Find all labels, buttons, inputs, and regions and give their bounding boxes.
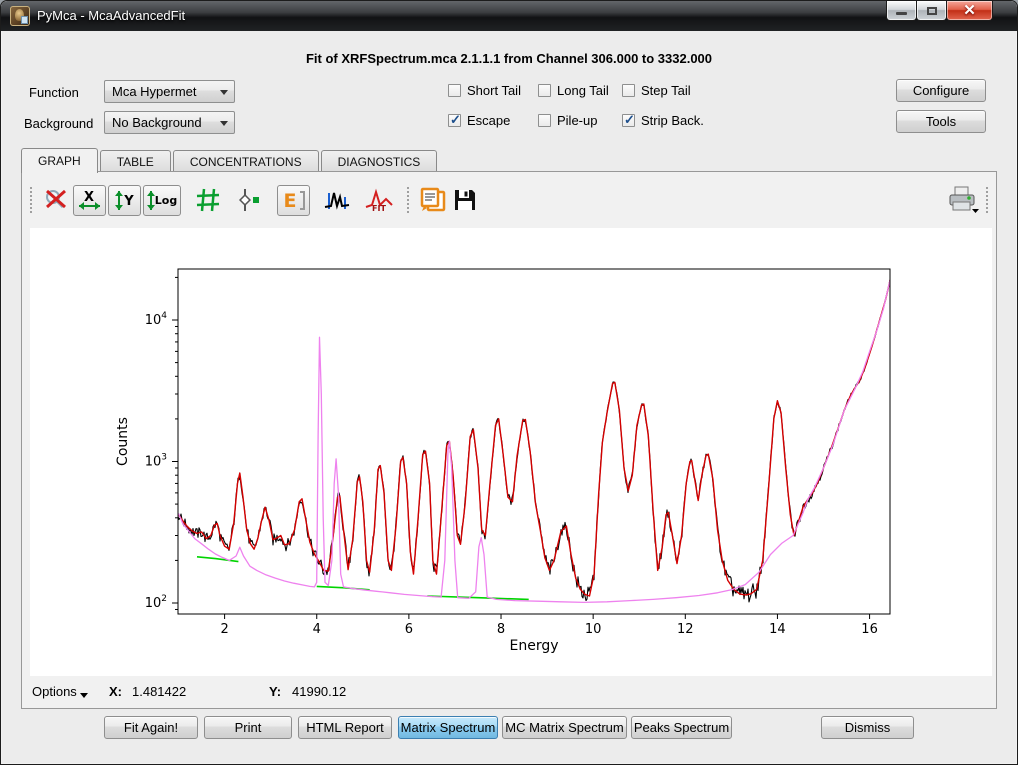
pile-up-checkbox[interactable]: ✓Pile-up: [538, 113, 597, 128]
spectrum-plot-canvas[interactable]: 2 4 6 8 10 12 14 16 102 103 104 Energy Counts: [30, 228, 992, 676]
chevron-down-icon: [220, 121, 228, 126]
background-value: No Background: [112, 115, 202, 130]
x-autoscale-button[interactable]: X: [73, 185, 106, 216]
svg-text:X: X: [84, 190, 94, 205]
svg-text:Counts: Counts: [115, 417, 131, 466]
long-tail-checkbox[interactable]: ✓Long Tail: [538, 83, 609, 98]
print-button[interactable]: Print: [204, 716, 292, 739]
x-coordinate-label: X:: [109, 684, 122, 699]
tools-button[interactable]: Tools: [896, 110, 986, 133]
svg-text:Energy: Energy: [509, 638, 558, 654]
toolbar-handle[interactable]: [407, 187, 411, 213]
tab-bar: GRAPH TABLE CONCENTRATIONS DIAGNOSTICS: [21, 148, 439, 172]
function-label: Function: [29, 85, 79, 100]
checkbox-box: ✓: [448, 84, 461, 97]
grid-icon[interactable]: [193, 184, 223, 216]
background-combobox[interactable]: No Background: [104, 111, 235, 134]
checkbox-box: ✓: [622, 84, 635, 97]
spectrum-plot[interactable]: 2 4 6 8 10 12 14 16 102 103 104 Energy Counts: [30, 228, 992, 676]
function-value: Mca Hypermet: [112, 84, 197, 99]
footer-button-row: Fit Again! Print HTML Report Matrix Spec…: [1, 716, 1017, 756]
svg-text:8: 8: [497, 622, 505, 637]
svg-text:FIT: FIT: [372, 204, 386, 213]
fit-header-title: Fit of XRFSpectrum.mca 2.1.1.1 from Chan…: [1, 51, 1017, 66]
function-combobox[interactable]: Mca Hypermet: [104, 80, 235, 103]
x-coordinate-value: 1.481422: [132, 684, 186, 699]
peaks-icon[interactable]: [322, 184, 352, 216]
fit-icon[interactable]: FIT: [364, 184, 394, 216]
energy-axis-button[interactable]: E: [277, 185, 310, 216]
tab-concentrations[interactable]: CONCENTRATIONS: [173, 150, 319, 172]
tab-table[interactable]: TABLE: [100, 150, 171, 172]
plot-toolbar: X Y Log: [28, 182, 990, 218]
fit-again-button[interactable]: Fit Again!: [104, 716, 198, 739]
short-tail-checkbox[interactable]: ✓Short Tail: [448, 83, 521, 98]
maximize-button[interactable]: [916, 1, 947, 21]
markers-icon[interactable]: [235, 184, 265, 216]
step-tail-checkbox[interactable]: ✓Step Tail: [622, 83, 691, 98]
checkbox-box: ✓: [538, 114, 551, 127]
dismiss-button[interactable]: Dismiss: [821, 716, 914, 739]
svg-text:4: 4: [313, 622, 321, 637]
toolbar-handle[interactable]: [30, 187, 34, 213]
zoom-reset-icon[interactable]: [41, 184, 71, 216]
y-coordinate-label: Y:: [269, 684, 281, 699]
svg-text:E: E: [284, 190, 297, 212]
save-icon[interactable]: [450, 184, 480, 216]
svg-text:102: 102: [145, 594, 167, 611]
svg-text:14: 14: [769, 622, 786, 637]
tab-diagnostics[interactable]: DIAGNOSTICS: [321, 150, 438, 172]
html-report-button[interactable]: HTML Report: [298, 716, 392, 739]
configure-button[interactable]: Configure: [896, 79, 986, 102]
minimize-button[interactable]: [886, 1, 917, 21]
svg-text:103: 103: [145, 453, 167, 470]
svg-text:6: 6: [405, 622, 413, 637]
graph-tab-panel: X Y Log: [21, 171, 997, 709]
checkbox-box: ✓: [622, 114, 635, 127]
checkbox-box: ✓: [448, 114, 461, 127]
svg-text:104: 104: [145, 311, 168, 328]
toolbar-handle[interactable]: [986, 187, 990, 213]
svg-text:2: 2: [220, 622, 228, 637]
strip-back-checkbox[interactable]: ✓Strip Back.: [622, 113, 704, 128]
mc-matrix-spectrum-button[interactable]: MC Matrix Spectrum: [502, 716, 627, 739]
svg-text:16: 16: [861, 622, 878, 637]
background-label: Background: [24, 116, 93, 131]
chevron-down-icon: [220, 90, 228, 95]
y-autoscale-button[interactable]: Y: [108, 185, 141, 216]
matrix-spectrum-button[interactable]: Matrix Spectrum: [398, 716, 498, 739]
print-preview-icon[interactable]: [418, 184, 448, 216]
checkbox-box: ✓: [538, 84, 551, 97]
window-title: PyMca - McaAdvancedFit: [37, 8, 185, 23]
svg-text:12: 12: [677, 622, 694, 637]
close-button[interactable]: ✕: [946, 1, 993, 21]
title-bar[interactable]: PyMca - McaAdvancedFit ✕: [1, 1, 1017, 31]
options-menu[interactable]: Options: [32, 684, 77, 699]
escape-checkbox[interactable]: ✓Escape: [448, 113, 510, 128]
pymca-window: PyMca - McaAdvancedFit ✕ Fit of XRFSpect…: [0, 0, 1018, 765]
log-scale-button[interactable]: Log: [143, 185, 181, 216]
svg-text:Log: Log: [155, 194, 177, 207]
tab-graph[interactable]: GRAPH: [21, 148, 98, 173]
peaks-spectrum-button[interactable]: Peaks Spectrum: [631, 716, 732, 739]
y-coordinate-value: 41990.12: [292, 684, 346, 699]
printer-icon[interactable]: [943, 184, 983, 216]
svg-text:Y: Y: [123, 194, 134, 209]
svg-text:10: 10: [585, 622, 602, 637]
pymca-logo-icon: [10, 6, 30, 26]
